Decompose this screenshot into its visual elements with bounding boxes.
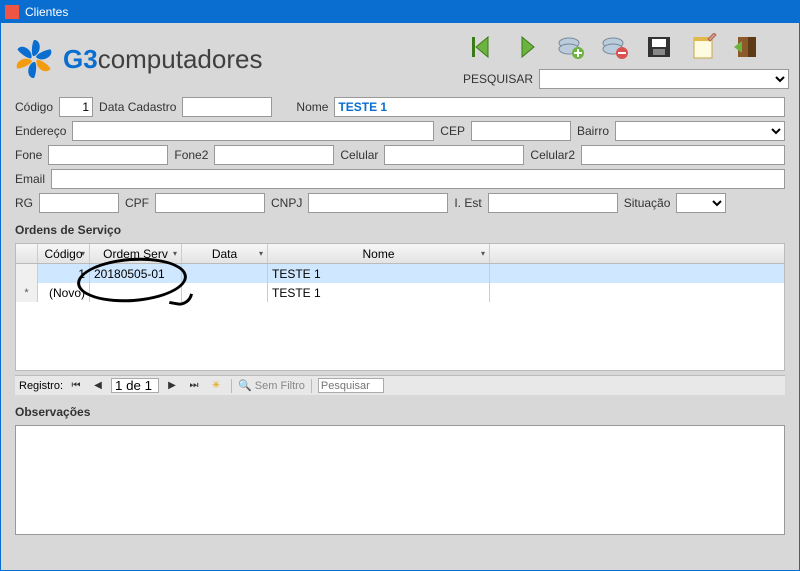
os-grid-header: Código Ordem Serv Data Nome: [16, 244, 784, 264]
iest-label: I. Est: [454, 196, 481, 210]
endereco-label: Endereço: [15, 124, 66, 138]
nav-next-button[interactable]: ▶: [163, 378, 181, 394]
codigo-label: Código: [15, 100, 53, 114]
rg-label: RG: [15, 196, 33, 210]
search-select[interactable]: [539, 69, 789, 89]
prev-record-button[interactable]: [463, 29, 503, 65]
record-navigator: Registro: ⏮ ◀ ▶ ⏭ ✳ 🔍 Sem Filtro: [15, 375, 785, 395]
col-nome[interactable]: Nome: [268, 244, 490, 263]
cpf-field[interactable]: [155, 193, 265, 213]
observacoes-textarea[interactable]: [15, 425, 785, 535]
situacao-select[interactable]: [676, 193, 726, 213]
nav-prev-button[interactable]: ◀: [89, 378, 107, 394]
nav-search-field[interactable]: [318, 378, 384, 393]
table-row[interactable]: 120180505-01 TESTE 1: [16, 264, 784, 283]
nav-first-button[interactable]: ⏮: [67, 378, 85, 394]
form-area: Código Data Cadastro Nome Endereço CEP B…: [1, 91, 799, 540]
data-cadastro-label: Data Cadastro: [99, 100, 176, 114]
nav-last-button[interactable]: ⏭: [185, 378, 203, 394]
email-field[interactable]: [51, 169, 785, 189]
col-ordem[interactable]: Ordem Serv: [90, 244, 182, 263]
header: G3computadores: [1, 23, 799, 91]
record-position-field[interactable]: [111, 378, 159, 393]
titlebar: Clientes: [1, 1, 799, 23]
cnpj-field[interactable]: [308, 193, 448, 213]
nome-field[interactable]: [334, 97, 785, 117]
fone-label: Fone: [15, 148, 42, 162]
cell-nome[interactable]: TESTE 1: [268, 283, 490, 302]
cell-data[interactable]: [182, 264, 268, 283]
next-record-button[interactable]: [507, 29, 547, 65]
nome-label: Nome: [296, 100, 328, 114]
swirl-icon: [11, 36, 57, 82]
email-label: Email: [15, 172, 45, 186]
os-section-title: Ordens de Serviço: [15, 223, 785, 237]
rg-field[interactable]: [39, 193, 119, 213]
cell-nome[interactable]: TESTE 1: [268, 264, 490, 283]
obs-title: Observações: [15, 405, 785, 419]
data-cadastro-field[interactable]: [182, 97, 272, 117]
app-window: Clientes G3computadores: [0, 0, 800, 571]
exit-button[interactable]: [727, 29, 767, 65]
cell-ordem[interactable]: 20180505-01: [90, 264, 182, 283]
table-row[interactable]: *(Novo) TESTE 1: [16, 283, 784, 302]
cnpj-label: CNPJ: [271, 196, 302, 210]
notes-button[interactable]: [683, 29, 723, 65]
add-record-button[interactable]: [551, 29, 591, 65]
row-marker: [16, 264, 38, 283]
bairro-label: Bairro: [577, 124, 609, 138]
search-label: PESQUISAR: [463, 72, 533, 86]
os-grid[interactable]: Código Ordem Serv Data Nome 120180505-01…: [15, 243, 785, 371]
situacao-label: Situação: [624, 196, 671, 210]
cep-field[interactable]: [471, 121, 571, 141]
endereco-field[interactable]: [72, 121, 434, 141]
fone2-field[interactable]: [214, 145, 334, 165]
cell-ordem[interactable]: [90, 283, 182, 302]
save-button[interactable]: [639, 29, 679, 65]
codigo-field[interactable]: [59, 97, 93, 117]
cell-codigo[interactable]: 1: [38, 264, 90, 283]
iest-field[interactable]: [488, 193, 618, 213]
cpf-label: CPF: [125, 196, 149, 210]
delete-record-button[interactable]: [595, 29, 635, 65]
app-icon: [5, 5, 19, 19]
logo-text: G3computadores: [63, 44, 262, 75]
logo: G3computadores: [11, 36, 262, 82]
col-data[interactable]: Data: [182, 244, 268, 263]
celular2-label: Celular2: [530, 148, 575, 162]
celular2-field[interactable]: [581, 145, 785, 165]
celular-field[interactable]: [384, 145, 524, 165]
bairro-select[interactable]: [615, 121, 785, 141]
cell-codigo[interactable]: (Novo): [38, 283, 90, 302]
nav-new-button[interactable]: ✳: [207, 378, 225, 394]
no-filter-label[interactable]: 🔍 Sem Filtro: [238, 379, 305, 392]
toolbar: PESQUISAR: [463, 29, 789, 89]
celular-label: Celular: [340, 148, 378, 162]
cell-data[interactable]: [182, 283, 268, 302]
registro-label: Registro:: [19, 380, 63, 392]
col-codigo[interactable]: Código: [38, 244, 90, 263]
fone-field[interactable]: [48, 145, 168, 165]
row-marker: *: [16, 283, 38, 302]
cep-label: CEP: [440, 124, 465, 138]
window-title: Clientes: [25, 5, 68, 19]
fone2-label: Fone2: [174, 148, 208, 162]
